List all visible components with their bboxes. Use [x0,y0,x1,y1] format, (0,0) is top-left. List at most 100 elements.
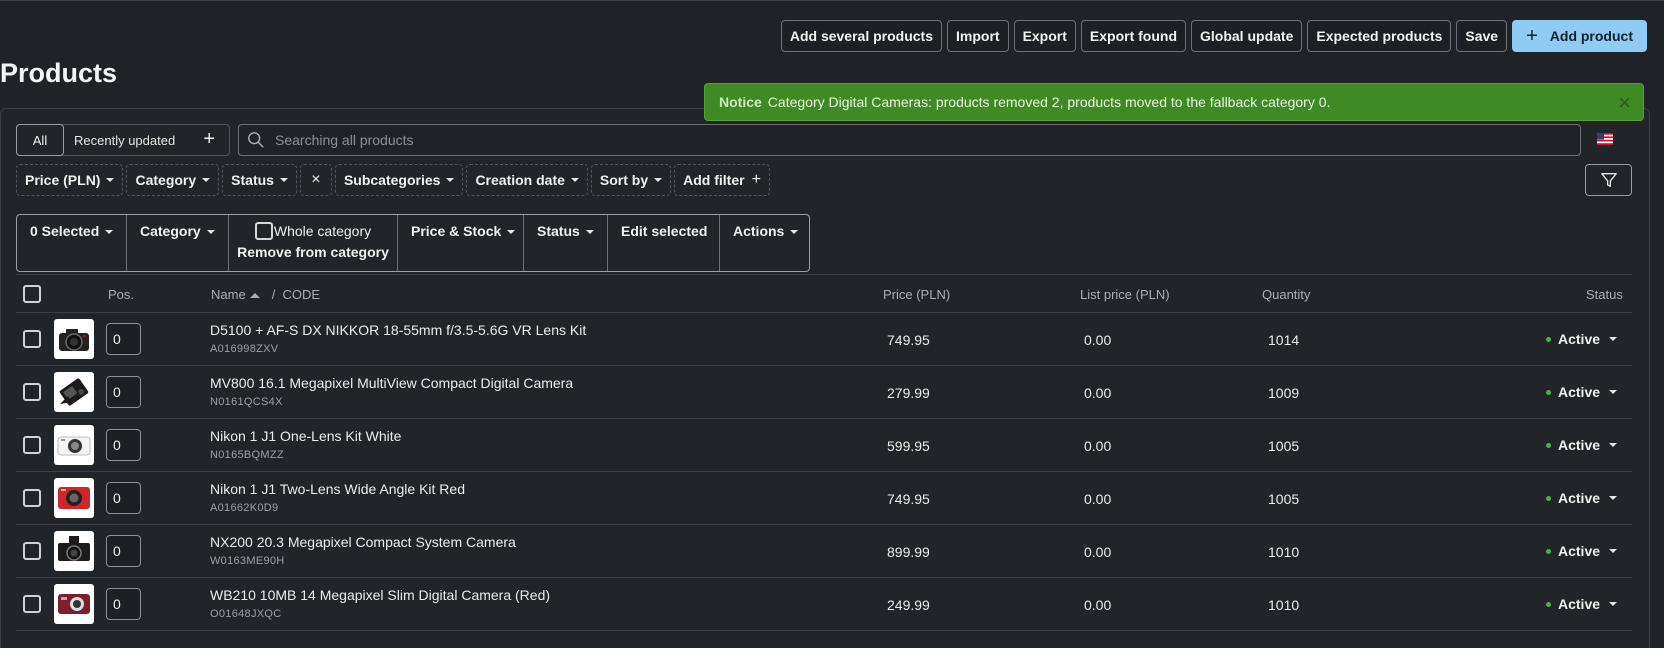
selected-dropdown[interactable]: 0 Selected [17,215,127,271]
product-name-link[interactable]: D5100 + AF-S DX NIKKOR 18-55mm f/3.5-5.6… [210,322,586,338]
product-name-link[interactable]: WB210 10MB 14 Megapixel Slim Digital Cam… [210,587,550,603]
position-input[interactable] [106,429,141,461]
filter-toggle-button[interactable] [1585,164,1632,196]
search-input[interactable] [275,132,1580,148]
tab-recently-updated[interactable]: Recently updated [74,133,175,148]
status-dropdown[interactable]: Active [1546,331,1618,347]
row-checkbox[interactable] [23,489,41,507]
product-price[interactable]: 599.95 [887,438,930,454]
product-name-link[interactable]: NX200 20.3 Megapixel Compact System Came… [210,534,516,550]
view-tabs: All Recently updated + [16,124,230,156]
status-dropdown[interactable]: Active [1546,596,1618,612]
position-input[interactable] [106,588,141,620]
product-list-price[interactable]: 0.00 [1084,491,1111,507]
clear-filters-button[interactable]: × [299,164,332,196]
header-name[interactable]: Name / CODE [211,287,320,302]
table-row: D5100 + AF-S DX NIKKOR 18-55mm f/3.5-5.6… [16,313,1632,366]
status-dot-icon [1546,442,1551,448]
product-price[interactable]: 279.99 [887,385,930,401]
funnel-icon [1600,173,1617,187]
product-thumbnail[interactable] [54,319,94,359]
row-checkbox[interactable] [23,436,41,454]
expected-products-button[interactable]: Expected products [1307,20,1452,52]
add-several-products-button[interactable]: Add several products [780,20,942,52]
export-button[interactable]: Export [1013,20,1076,52]
row-checkbox[interactable] [23,542,41,560]
product-quantity[interactable]: 1014 [1268,332,1299,348]
status-dropdown[interactable]: Active [1546,384,1618,400]
filter-status[interactable]: Status [222,164,297,196]
header-price[interactable]: Price (PLN) [883,287,950,302]
product-thumbnail[interactable] [54,584,94,624]
filter-category[interactable]: Category [126,164,220,196]
add-filter-button[interactable]: Add filter + [674,164,770,196]
edit-selected-button[interactable]: Edit selected [608,215,720,271]
product-thumbnail[interactable] [54,372,94,412]
product-list-price[interactable]: 0.00 [1084,385,1111,401]
product-list-price[interactable]: 0.00 [1084,597,1111,613]
price-stock-label: Price & Stock [411,223,502,239]
bulk-status-dropdown[interactable]: Status [524,215,608,271]
bulk-actions-bar: 0 Selected Category Whole category Remov… [16,214,810,272]
product-quantity[interactable]: 1005 [1268,438,1299,454]
select-all-checkbox[interactable] [23,285,41,303]
product-name-link[interactable]: Nikon 1 J1 One-Lens Kit White [210,428,401,444]
header-status[interactable]: Status [1586,287,1623,302]
bulk-category-dropdown[interactable]: Category [127,215,229,271]
add-view-button[interactable]: + [203,128,215,151]
header-list-price[interactable]: List price (PLN) [1080,287,1170,302]
actions-dropdown[interactable]: Actions [720,215,809,271]
filter-creation-date[interactable]: Creation date [466,164,588,196]
status-dropdown[interactable]: Active [1546,437,1618,453]
position-input[interactable] [106,376,141,408]
product-name-link[interactable]: MV800 16.1 Megapixel MultiView Compact D… [210,375,573,391]
product-price[interactable]: 249.99 [887,597,930,613]
close-icon[interactable]: × [1618,90,1631,116]
product-thumbnail[interactable] [54,531,94,571]
position-input[interactable] [106,323,141,355]
export-found-button[interactable]: Export found [1080,20,1187,52]
row-checkbox[interactable] [23,595,41,613]
product-quantity[interactable]: 1010 [1268,544,1299,560]
product-quantity[interactable]: 1009 [1268,385,1299,401]
add-filter-label: Add filter [683,172,745,188]
filter-subcategories[interactable]: Subcategories [334,164,464,196]
product-list-price[interactable]: 0.00 [1084,438,1111,454]
sort-by-button[interactable]: Sort by [590,164,672,196]
price-stock-dropdown[interactable]: Price & Stock [398,215,524,271]
import-button[interactable]: Import [947,20,1009,52]
position-input[interactable] [106,482,141,514]
product-price[interactable]: 749.95 [887,491,930,507]
status-dropdown[interactable]: Active [1546,490,1618,506]
product-name-link[interactable]: Nikon 1 J1 Two-Lens Wide Angle Kit Red [210,481,465,497]
status-dropdown[interactable]: Active [1546,543,1618,559]
bulk-status-label: Status [537,223,580,239]
compact-camera-icon [59,378,89,406]
table-row: WB210 10MB 14 Megapixel Slim Digital Cam… [16,578,1632,631]
header-code[interactable]: CODE [283,287,321,302]
add-product-button[interactable]: + Add product [1512,20,1647,52]
product-list-price[interactable]: 0.00 [1084,332,1111,348]
position-input[interactable] [106,535,141,567]
product-list-price[interactable]: 0.00 [1084,544,1111,560]
product-thumbnail[interactable] [54,425,94,465]
product-price[interactable]: 749.95 [887,332,930,348]
row-checkbox[interactable] [23,383,41,401]
status-dot-icon [1546,336,1551,342]
filter-price[interactable]: Price (PLN) [16,164,124,196]
product-price[interactable]: 899.99 [887,544,930,560]
header-pos[interactable]: Pos. [108,287,134,302]
product-thumbnail[interactable] [54,478,94,518]
status-dot-icon [1546,548,1551,554]
row-checkbox[interactable] [23,330,41,348]
us-flag-icon[interactable] [1597,133,1613,145]
header-quantity[interactable]: Quantity [1262,287,1310,302]
product-quantity[interactable]: 1005 [1268,491,1299,507]
tab-all[interactable]: All [16,124,64,156]
product-quantity[interactable]: 1010 [1268,597,1299,613]
remove-from-category-button[interactable]: Remove from category [237,244,389,260]
whole-category-checkbox[interactable] [254,222,273,240]
global-update-button[interactable]: Global update [1191,20,1303,52]
whole-category-option[interactable]: Whole category [254,222,371,240]
save-button[interactable]: Save [1456,20,1508,52]
